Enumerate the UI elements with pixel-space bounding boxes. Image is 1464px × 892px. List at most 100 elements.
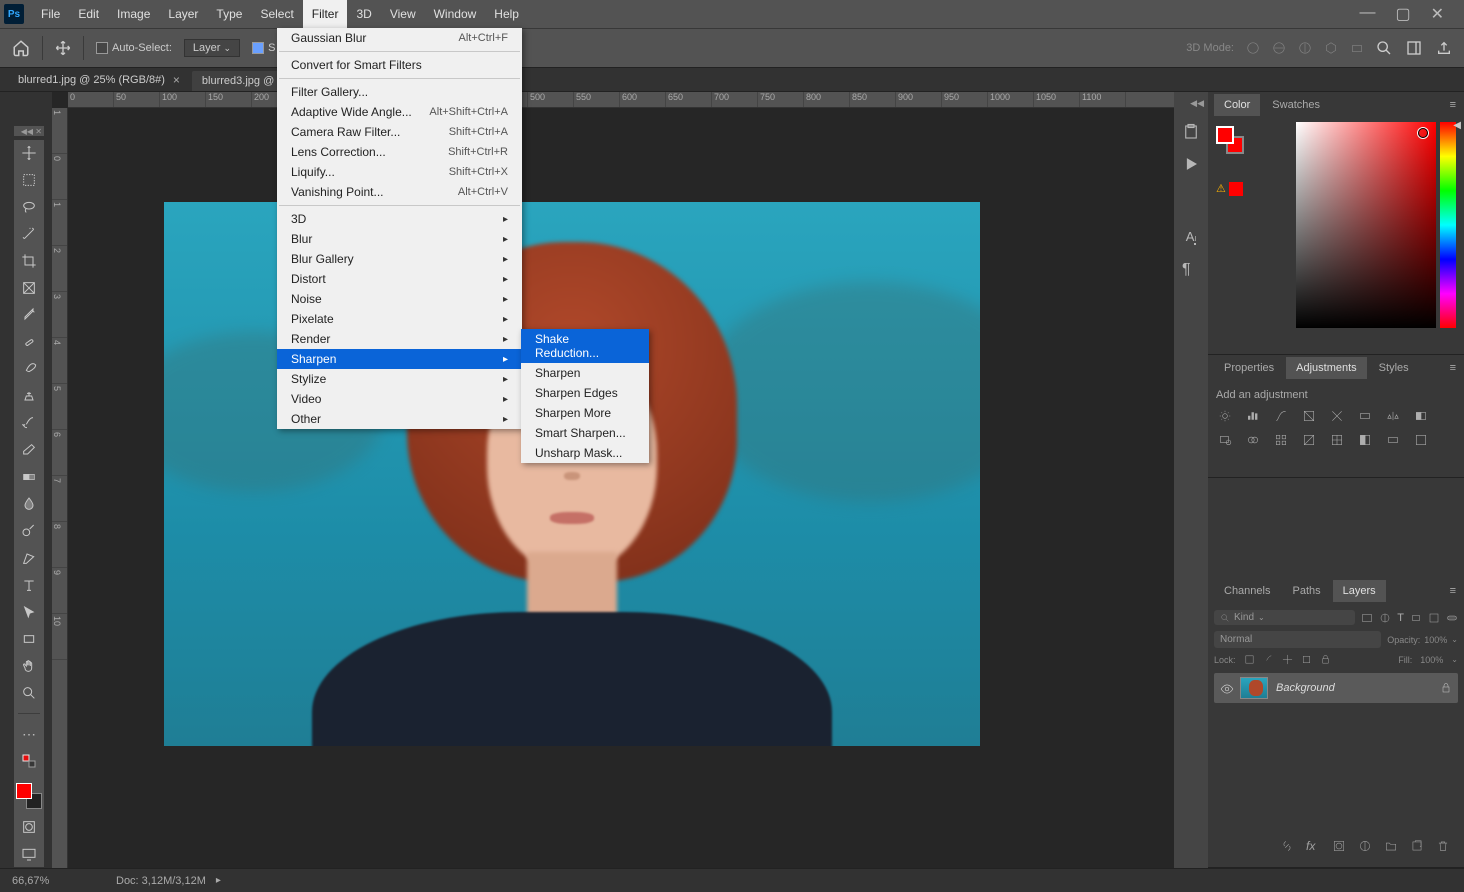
expand-panels-icon[interactable]: ◀◀ <box>1190 98 1208 109</box>
submenu-item-unsharp-mask[interactable]: Unsharp Mask... <box>521 443 649 463</box>
3d-icon-5[interactable] <box>1350 41 1364 55</box>
panel-menu-icon[interactable]: ≡ <box>1442 585 1464 597</box>
type-tool-icon[interactable] <box>20 576 38 594</box>
hand-tool-icon[interactable] <box>20 657 38 675</box>
color-lookup-icon[interactable] <box>1272 433 1290 447</box>
menu-item-edit[interactable]: Edit <box>69 0 108 28</box>
photo-filter-icon[interactable] <box>1216 433 1234 447</box>
curves-icon[interactable] <box>1272 409 1290 423</box>
menu-item-3d[interactable]: 3D <box>347 0 380 28</box>
opacity-value[interactable]: 100% <box>1424 635 1447 645</box>
channel-mixer-icon[interactable] <box>1244 433 1262 447</box>
magic-wand-tool-icon[interactable] <box>20 225 38 243</box>
exposure-icon[interactable] <box>1300 409 1318 423</box>
hue-slider-thumb[interactable]: ◀ <box>1453 120 1461 131</box>
menu-item-view[interactable]: View <box>381 0 425 28</box>
zoom-tool-icon[interactable] <box>20 684 38 702</box>
filter-type-icon[interactable]: T <box>1397 612 1404 624</box>
brush-tool-icon[interactable] <box>20 360 38 378</box>
lock-artboard-icon[interactable] <box>1301 654 1312 665</box>
menu-item-select[interactable]: Select <box>251 0 302 28</box>
search-icon[interactable] <box>1376 40 1392 56</box>
gradient-tool-icon[interactable] <box>20 468 38 486</box>
new-layer-icon[interactable] <box>1410 839 1424 853</box>
actions-panel-icon[interactable] <box>1182 155 1200 173</box>
panel-menu-icon[interactable]: ≡ <box>1442 99 1464 111</box>
menu-item-pixelate[interactable]: Pixelate▸ <box>277 309 522 329</box>
menu-item-lens-correction[interactable]: Lens Correction...Shift+Ctrl+R <box>277 142 522 162</box>
document-tab[interactable]: blurred3.jpg @ <box>192 71 284 91</box>
layer-mask-icon[interactable] <box>1332 839 1346 853</box>
menu-item-image[interactable]: Image <box>108 0 159 28</box>
menu-item-convert-for-smart-filters[interactable]: Convert for Smart Filters <box>277 55 522 75</box>
adjustment-layer-icon[interactable] <box>1358 839 1372 853</box>
levels-icon[interactable] <box>1244 409 1262 423</box>
color-field[interactable] <box>1296 122 1436 328</box>
quick-mask-icon[interactable] <box>20 818 38 836</box>
black-white-icon[interactable] <box>1412 409 1430 423</box>
ellipsis-icon[interactable]: ⋯ <box>20 725 38 743</box>
document-tab[interactable]: blurred1.jpg @ 25% (RGB/8#) × <box>8 69 190 91</box>
blend-mode-dropdown[interactable]: Normal <box>1214 631 1381 648</box>
filter-adjustment-icon[interactable] <box>1379 612 1391 624</box>
menu-item-filter[interactable]: Filter <box>303 0 348 28</box>
hue-sat-icon[interactable] <box>1356 409 1374 423</box>
panel-menu-icon[interactable]: ≡ <box>1442 362 1464 374</box>
submenu-item-sharpen-edges[interactable]: Sharpen Edges <box>521 383 649 403</box>
color-balance-icon[interactable] <box>1384 409 1402 423</box>
menu-item-layer[interactable]: Layer <box>159 0 207 28</box>
3d-icon-2[interactable] <box>1272 41 1286 55</box>
menu-item-distort[interactable]: Distort▸ <box>277 269 522 289</box>
tab-properties[interactable]: Properties <box>1214 357 1284 379</box>
menu-item-help[interactable]: Help <box>485 0 528 28</box>
eyedropper-tool-icon[interactable] <box>20 306 38 324</box>
menu-item-liquify[interactable]: Liquify...Shift+Ctrl+X <box>277 162 522 182</box>
auto-select-target-dropdown[interactable]: Layer ⌄ <box>184 39 240 57</box>
zoom-value[interactable]: 66,67% <box>12 875 76 887</box>
dodge-tool-icon[interactable] <box>20 522 38 540</box>
clone-stamp-tool-icon[interactable] <box>20 387 38 405</box>
submenu-item-sharpen-more[interactable]: Sharpen More <box>521 403 649 423</box>
minimize-button[interactable]: — <box>1359 4 1375 24</box>
3d-icon-1[interactable] <box>1246 41 1260 55</box>
fill-value[interactable]: 100% <box>1420 655 1443 665</box>
toolbox-collapse[interactable]: ◀◀ ✕ <box>14 126 44 136</box>
menu-item-blur-gallery[interactable]: Blur Gallery▸ <box>277 249 522 269</box>
menu-item-gaussian-blur[interactable]: Gaussian BlurAlt+Ctrl+F <box>277 28 522 48</box>
submenu-item-smart-sharpen[interactable]: Smart Sharpen... <box>521 423 649 443</box>
submenu-item-sharpen[interactable]: Sharpen <box>521 363 649 383</box>
lock-pixels-icon[interactable] <box>1244 654 1255 665</box>
invert-icon[interactable] <box>1300 433 1318 447</box>
layer-item-background[interactable]: Background <box>1214 673 1458 703</box>
tab-swatches[interactable]: Swatches <box>1262 94 1330 116</box>
show-transform-checkbox[interactable]: S <box>252 42 275 54</box>
close-window-button[interactable]: ✕ <box>1431 4 1444 24</box>
pen-tool-icon[interactable] <box>20 549 38 567</box>
menu-item-stylize[interactable]: Stylize▸ <box>277 369 522 389</box>
blur-tool-icon[interactable] <box>20 495 38 513</box>
visibility-toggle-icon[interactable] <box>1220 682 1232 694</box>
menu-item-render[interactable]: Render▸ <box>277 329 522 349</box>
submenu-item-shake-reduction[interactable]: Shake Reduction... <box>521 329 649 363</box>
menu-item-camera-raw-filter[interactable]: Camera Raw Filter...Shift+Ctrl+A <box>277 122 522 142</box>
tab-layers[interactable]: Layers <box>1333 580 1386 602</box>
menu-item-3d[interactable]: 3D▸ <box>277 209 522 229</box>
tab-channels[interactable]: Channels <box>1214 580 1280 602</box>
menu-item-adaptive-wide-angle[interactable]: Adaptive Wide Angle...Alt+Shift+Ctrl+A <box>277 102 522 122</box>
delete-layer-icon[interactable] <box>1436 839 1450 853</box>
color-swatches[interactable] <box>1216 126 1244 154</box>
filter-toggle[interactable] <box>1446 612 1458 624</box>
lock-position-icon[interactable] <box>1263 654 1274 665</box>
default-fg-bg-icon[interactable] <box>20 752 38 770</box>
tab-adjustments[interactable]: Adjustments <box>1286 357 1367 379</box>
home-icon[interactable] <box>12 39 30 57</box>
eraser-tool-icon[interactable] <box>20 441 38 459</box>
vibrance-icon[interactable] <box>1328 409 1346 423</box>
3d-icon-3[interactable] <box>1298 41 1312 55</box>
lock-move-icon[interactable] <box>1282 654 1293 665</box>
filter-smart-icon[interactable] <box>1428 612 1440 624</box>
gamut-warning-swatch[interactable] <box>1229 182 1243 196</box>
layer-style-icon[interactable]: fx <box>1306 839 1320 853</box>
history-brush-tool-icon[interactable] <box>20 414 38 432</box>
menu-item-vanishing-point[interactable]: Vanishing Point...Alt+Ctrl+V <box>277 182 522 202</box>
